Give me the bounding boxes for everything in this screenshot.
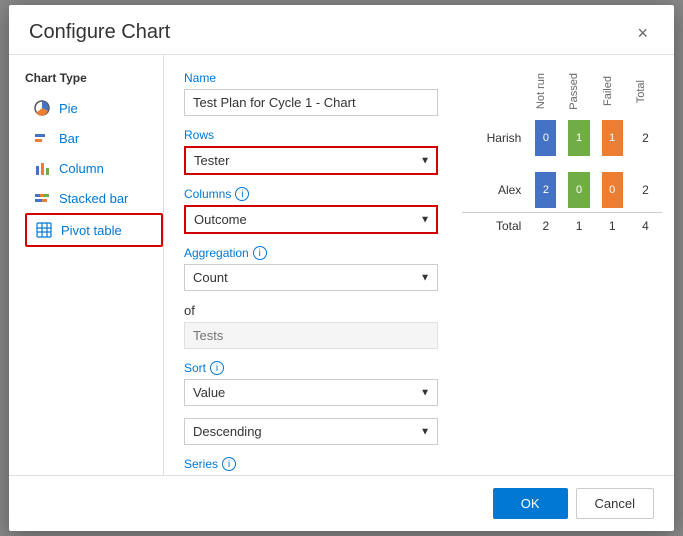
harish-not-run-cell: 0 — [529, 116, 562, 160]
row-header-empty — [462, 67, 529, 116]
sort-dir-select[interactable]: Descending — [184, 418, 438, 445]
sort-label: Sort i — [184, 361, 438, 375]
aggregation-info-icon[interactable]: i — [253, 246, 267, 260]
alex-failed-cell: 0 — [596, 168, 629, 213]
sort-select[interactable]: Value — [184, 379, 438, 406]
harish-total-cell: 2 — [629, 116, 662, 160]
alex-passed-cell: 0 — [562, 168, 595, 213]
sidebar-item-column[interactable]: Column — [25, 153, 163, 183]
harish-passed-cell: 1 — [562, 116, 595, 160]
sidebar-item-pie[interactable]: Pie — [25, 93, 163, 123]
columns-label: Columns i — [184, 187, 438, 201]
columns-info-icon[interactable]: i — [235, 187, 249, 201]
series-label: Series i — [184, 457, 438, 471]
name-label: Name — [184, 71, 438, 85]
rows-select-wrapper: Tester ▼ — [184, 146, 438, 175]
grand-total: 4 — [629, 212, 662, 237]
sort-info-icon[interactable]: i — [210, 361, 224, 375]
col-header-not-run: Not run — [529, 67, 562, 116]
alex-total-cell: 2 — [629, 168, 662, 213]
sidebar-item-bar-label: Bar — [59, 131, 79, 146]
close-button[interactable]: × — [631, 22, 654, 44]
sidebar-item-pivot-table[interactable]: Pivot table — [25, 213, 163, 247]
pivot-table-icon — [35, 221, 53, 239]
total-row: Total 2 1 1 4 — [462, 212, 662, 237]
chart-type-label: Chart Type — [25, 71, 163, 85]
series-info-icon[interactable]: i — [222, 457, 236, 471]
sort-dir-select-wrapper: Descending ▼ — [184, 418, 438, 445]
sidebar-item-stacked-bar[interactable]: Stacked bar — [25, 183, 163, 213]
table-row: Alex 2 0 0 2 — [462, 168, 662, 213]
spacer-row — [462, 160, 662, 168]
total-not-run: 2 — [529, 212, 562, 237]
dialog-header: Configure Chart × — [9, 5, 674, 55]
aggregation-label: Aggregation i — [184, 246, 438, 260]
total-label: Total — [462, 212, 529, 237]
columns-select[interactable]: Outcome — [184, 205, 438, 234]
col-header-failed: Failed — [596, 67, 629, 116]
aggregation-select[interactable]: Count — [184, 264, 438, 291]
form-area: Name Rows Tester ▼ Columns i Outcome ▼ — [164, 55, 454, 475]
rows-label: Rows — [184, 128, 438, 142]
dialog-title: Configure Chart — [29, 21, 170, 44]
harish-failed-cell: 1 — [596, 116, 629, 160]
dialog-body: Chart Type Pie B — [9, 55, 674, 475]
total-failed: 1 — [596, 212, 629, 237]
pie-icon — [33, 99, 51, 117]
chart-preview-area: Not run Passed Failed Total — [454, 55, 674, 475]
col-header-total: Total — [629, 67, 662, 116]
sidebar-item-column-label: Column — [59, 161, 104, 176]
chart-type-sidebar: Chart Type Pie B — [9, 55, 164, 475]
of-input — [184, 322, 438, 349]
aggregation-select-wrapper: Count ▼ — [184, 264, 438, 291]
sort-select-wrapper: Value ▼ — [184, 379, 438, 406]
alex-not-run-cell: 2 — [529, 168, 562, 213]
col-header-passed: Passed — [562, 67, 595, 116]
sidebar-item-stacked-bar-label: Stacked bar — [59, 191, 128, 206]
columns-select-wrapper: Outcome ▼ — [184, 205, 438, 234]
sidebar-item-pie-label: Pie — [59, 101, 78, 116]
row-label-alex: Alex — [462, 168, 529, 213]
of-label: of — [184, 303, 438, 318]
row-label-harish: Harish — [462, 116, 529, 160]
column-icon — [33, 159, 51, 177]
rows-select[interactable]: Tester — [184, 146, 438, 175]
name-input[interactable] — [184, 89, 438, 116]
cancel-button[interactable]: Cancel — [576, 488, 654, 519]
stacked-bar-icon — [33, 189, 51, 207]
total-passed: 1 — [562, 212, 595, 237]
dialog-footer: OK Cancel — [9, 475, 674, 531]
table-row: Harish 0 1 1 2 — [462, 116, 662, 160]
sidebar-item-pivot-table-label: Pivot table — [61, 223, 122, 238]
pivot-table: Not run Passed Failed Total — [462, 67, 662, 237]
configure-chart-dialog: Configure Chart × Chart Type Pie — [9, 5, 674, 531]
sidebar-item-bar[interactable]: Bar — [25, 123, 163, 153]
ok-button[interactable]: OK — [493, 488, 568, 519]
bar-icon — [33, 129, 51, 147]
